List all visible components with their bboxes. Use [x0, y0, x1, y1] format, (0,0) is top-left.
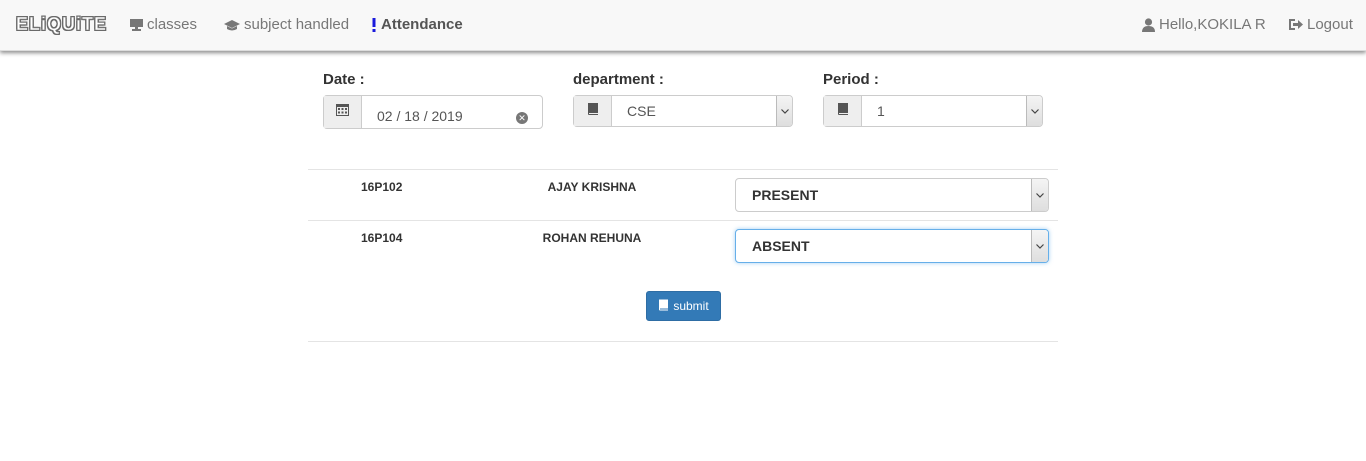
logout-icon [1288, 18, 1303, 31]
student-id: 16P104 [361, 231, 403, 245]
department-label: department : [573, 71, 664, 88]
chevron-down-icon[interactable] [1031, 179, 1048, 211]
chevron-down-icon[interactable] [1031, 230, 1048, 262]
student-id: 16P102 [361, 180, 403, 194]
department-select-group[interactable]: CSE [573, 95, 793, 127]
brand-logo[interactable]: ELiQUiTE [16, 14, 107, 35]
date-field[interactable]: 02 / 18 / 2019 [362, 96, 542, 128]
navbar: ELiQUiTE classes subject handled Attenda… [0, 0, 1366, 51]
submit-label: submit [673, 299, 709, 313]
nav-classes[interactable]: classes [130, 16, 197, 33]
date-label: Date : [323, 71, 365, 88]
table-divider [308, 169, 1058, 170]
period-label: Period : [823, 71, 879, 88]
user-icon [1142, 17, 1155, 32]
book-icon [587, 102, 599, 121]
nav-subject-handled[interactable]: subject handled [224, 16, 349, 33]
period-addon [824, 96, 862, 126]
submit-button[interactable]: submit [646, 291, 721, 321]
status-value: PRESENT [752, 187, 819, 203]
exclamation-icon [371, 17, 377, 32]
logout-label: Logout [1307, 16, 1353, 33]
student-name: AJAY KRISHNA [547, 180, 637, 194]
nav-subject-label: subject handled [244, 16, 350, 33]
chevron-down-icon[interactable] [1026, 96, 1042, 126]
nav-attendance[interactable]: Attendance [371, 16, 463, 33]
monitor-icon [130, 18, 143, 31]
period-select[interactable]: 1 [862, 96, 1026, 126]
status-value: ABSENT [752, 238, 810, 254]
student-name: ROHAN REHUNA [542, 231, 642, 245]
date-input-group[interactable]: 02 / 18 / 2019 ✕ [323, 95, 543, 129]
book-icon [658, 299, 669, 314]
user-greeting: Hello,KOKILA R [1159, 16, 1266, 33]
nav-attendance-label: Attendance [381, 16, 463, 33]
calendar-addon [324, 96, 362, 128]
department-select[interactable]: CSE [612, 96, 776, 126]
status-select[interactable]: PRESENT [735, 178, 1049, 212]
graduation-cap-icon [224, 19, 240, 31]
chevron-down-icon[interactable] [776, 96, 792, 126]
calendar-icon [336, 103, 349, 121]
clear-date-icon[interactable]: ✕ [516, 112, 528, 124]
book-icon [837, 102, 849, 121]
table-bottom-divider [308, 341, 1058, 342]
nav-classes-label: classes [147, 16, 198, 33]
department-addon [574, 96, 612, 126]
status-select[interactable]: ABSENT [735, 229, 1049, 263]
table-divider [308, 220, 1058, 221]
nav-user[interactable]: Hello,KOKILA R [1142, 16, 1266, 33]
nav-logout[interactable]: Logout [1288, 16, 1353, 33]
period-select-group[interactable]: 1 [823, 95, 1043, 127]
